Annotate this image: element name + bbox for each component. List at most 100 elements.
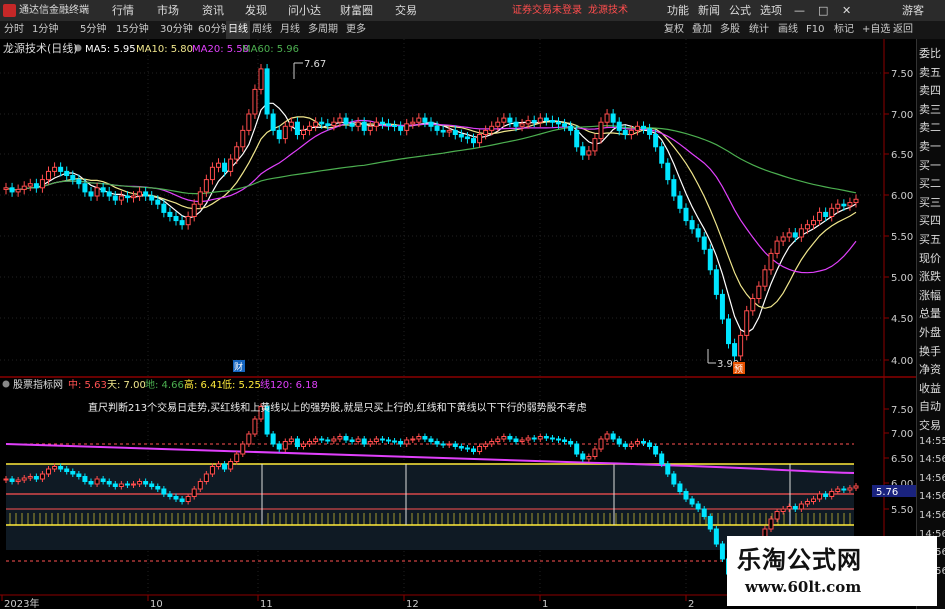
side-panel-item[interactable]: 14:56 — [919, 454, 945, 465]
sub-candle-body — [392, 440, 398, 443]
tab-multi-period[interactable]: 多周期 — [308, 21, 338, 39]
tab-daily[interactable]: 日线 — [226, 21, 250, 39]
sub-candle-body — [556, 438, 561, 441]
candle-body — [804, 224, 810, 230]
side-panel-item[interactable]: 14:56 — [919, 491, 945, 502]
sub-candle-body — [203, 473, 209, 482]
tool-adjust[interactable]: 复权 — [664, 21, 684, 39]
tab-intraday[interactable]: 分时 — [4, 21, 24, 39]
tab-monthly[interactable]: 月线 — [280, 21, 300, 39]
sub-candle-body — [404, 439, 410, 445]
menu-item-news[interactable]: 资讯 — [202, 0, 224, 21]
menu-item-quotes[interactable]: 行情 — [112, 0, 134, 21]
candle-body — [847, 202, 853, 207]
sub-candle-body — [507, 436, 513, 440]
tool-back[interactable]: 返回 — [893, 21, 913, 39]
menu-item-formula[interactable]: 公式 — [729, 0, 751, 21]
sub-candle-body — [798, 503, 804, 510]
tab-1min[interactable]: 1分钟 — [32, 21, 58, 39]
tool-overlay[interactable]: 叠加 — [692, 21, 712, 39]
sub-candle-body — [179, 498, 185, 502]
side-panel-item: 净资 — [919, 363, 941, 377]
side-panel-item[interactable]: 交易 — [919, 417, 941, 433]
sub-candle-body — [677, 483, 683, 492]
tool-add-favorite[interactable]: +自选 — [862, 21, 890, 39]
quote-side-panel: 委比 卖五 卖四 卖三 卖二 卖一 买一 买二 买三 买四 买五 现价 涨跌 涨幅 总量 外盘 换手 净资 收益 自动… — [916, 39, 945, 609]
tab-more[interactable]: 更多 — [346, 21, 366, 39]
sub-candle-body — [27, 476, 33, 479]
candle-body — [507, 117, 513, 123]
menu-item-headlines[interactable]: 新闻 — [698, 0, 720, 21]
side-panel-item: 涨幅 — [919, 288, 941, 302]
sub-candle-body — [209, 466, 215, 475]
menu-item-function[interactable]: 功能 — [667, 0, 689, 21]
candle-body — [446, 129, 452, 133]
sub-value-line120: 线120: 6.18 — [260, 378, 318, 391]
sub-indicator-name[interactable]: 股票指标网 — [13, 378, 63, 391]
minimize-button[interactable]: — — [794, 0, 805, 21]
sub-candle-body — [76, 473, 82, 477]
sub-candle-body — [562, 439, 568, 442]
app-title: 通达信金融终端 — [19, 5, 89, 16]
close-button[interactable]: ✕ — [842, 0, 851, 21]
side-panel-item: 卖一 — [919, 140, 941, 153]
tool-multi-stock[interactable]: 多股 — [720, 21, 740, 39]
tool-f10[interactable]: F10 — [806, 21, 824, 39]
forecast-marker-label: 预 — [734, 364, 743, 375]
candle-body — [367, 125, 373, 131]
side-panel-item[interactable]: 14:56 — [919, 473, 945, 484]
candle-body — [798, 228, 804, 238]
maximize-button[interactable]: □ — [818, 0, 828, 21]
sub-candle-body — [707, 516, 713, 530]
sub-candle-body — [501, 436, 507, 440]
sub-candle-body — [185, 496, 191, 502]
side-panel-item[interactable]: 自动 — [919, 398, 941, 414]
tool-mark[interactable]: 标记 — [834, 21, 854, 39]
candle-body — [337, 117, 343, 123]
candle-body — [537, 117, 543, 123]
candle-body — [835, 203, 841, 209]
period-toolbar: 分时 1分钟 5分钟 15分钟 30分钟 60分钟 日线 周线 月线 多周期 更… — [0, 21, 945, 40]
sub-candle-body — [124, 483, 130, 486]
sub-candle-body — [197, 481, 203, 490]
candle-body — [276, 129, 282, 140]
sub-candle-body — [598, 438, 604, 450]
tool-statistics[interactable]: 统计 — [749, 21, 769, 39]
sub-candle-body — [489, 441, 495, 445]
candle-body — [768, 252, 774, 271]
candle-body — [197, 191, 203, 205]
x-axis-label: 11 — [260, 599, 273, 609]
tab-15min[interactable]: 15分钟 — [116, 21, 149, 39]
tab-5min[interactable]: 5分钟 — [80, 21, 106, 39]
sub-value-ground: 地: 4.66 — [145, 378, 184, 391]
sub-candle-body — [440, 443, 446, 446]
menu-item-market[interactable]: 市场 — [157, 0, 179, 21]
side-panel-item[interactable]: 14:55 — [919, 436, 945, 447]
menu-item-discover[interactable]: 发现 — [245, 0, 267, 21]
candle-body — [361, 121, 367, 131]
chart-area[interactable]: 龙源技术(日线) MA5: 5.95 MA10: 5.80 MA20: 5.58… — [0, 39, 916, 609]
sub-candle-body — [33, 476, 39, 480]
side-panel-item[interactable]: 14:56 — [919, 510, 945, 521]
sub-candle-body — [173, 496, 179, 500]
candle-body — [52, 166, 58, 172]
sub-candle-body — [477, 446, 483, 452]
menu-item-ask[interactable]: 问小达 — [288, 0, 321, 21]
guest-user[interactable]: 游客 — [902, 0, 924, 21]
candle-body — [519, 123, 525, 127]
sub-candle-body — [155, 486, 161, 490]
menu-item-fortune[interactable]: 财富圈 — [340, 0, 373, 21]
sub-candle-body — [94, 478, 100, 485]
sub-candle-body — [143, 481, 149, 485]
candle-body — [671, 179, 677, 197]
menu-item-options[interactable]: 选项 — [760, 0, 782, 21]
tab-30min[interactable]: 30分钟 — [160, 21, 193, 39]
menu-item-trade[interactable]: 交易 — [395, 0, 417, 21]
trade-login-notice[interactable]: 证券交易未登录 — [512, 0, 582, 21]
tool-draw-line[interactable]: 画线 — [778, 21, 798, 39]
candle-body — [246, 113, 252, 131]
sub-indicator-toggle-icon[interactable] — [2, 380, 10, 388]
tab-weekly[interactable]: 周线 — [252, 21, 272, 39]
candle-body — [228, 158, 234, 172]
candle-body — [823, 211, 829, 217]
